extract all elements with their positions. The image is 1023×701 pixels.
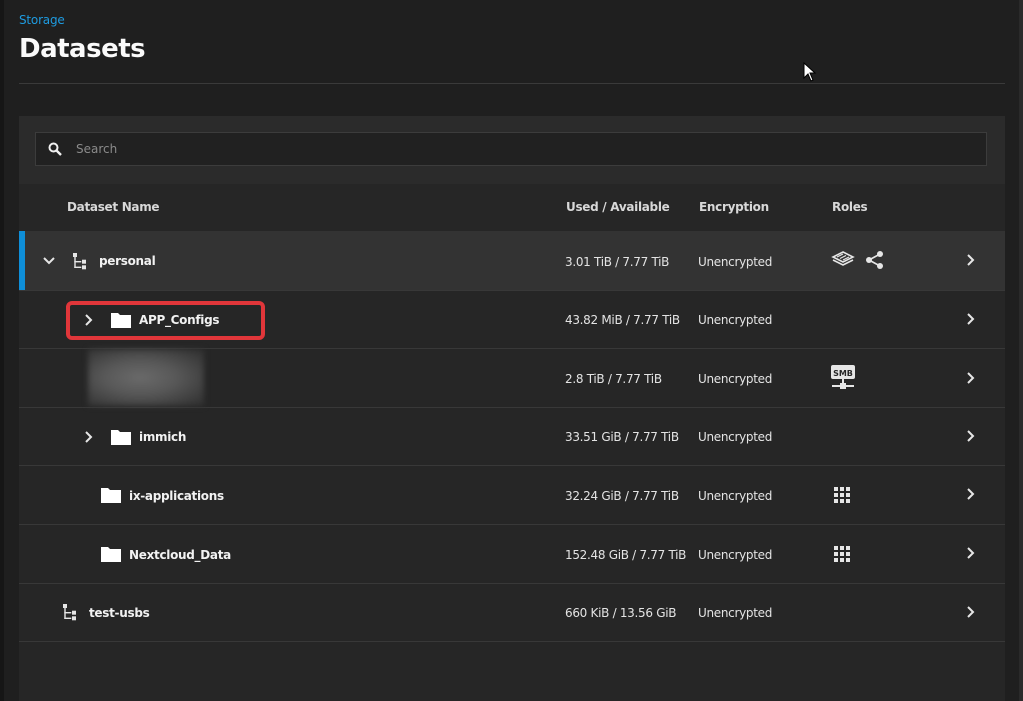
- apps-grid-icon: [834, 487, 850, 503]
- svg-text:SMB: SMB: [833, 369, 853, 378]
- encryption-status: Unencrypted: [698, 372, 773, 386]
- selected-row-indicator: [19, 231, 25, 290]
- share-icon: [866, 251, 883, 269]
- dataset-name: immich: [139, 430, 187, 444]
- dataset-name: ix-applications: [129, 489, 224, 503]
- table-row[interactable]: personal 3.01 TiB / 7.77 TiB Unencrypted: [19, 231, 1005, 291]
- used-available: 43.82 MiB / 7.77 TiB: [565, 313, 680, 327]
- used-available: 33.51 GiB / 7.77 TiB: [565, 430, 679, 444]
- header-divider: [19, 83, 1005, 84]
- table-row[interactable]: immich 33.51 GiB / 7.77 TiB Unencrypted: [19, 408, 1005, 466]
- folder-icon: [111, 430, 131, 445]
- table-row[interactable]: test-usbs 660 KiB / 13.56 GiB Unencrypte…: [19, 584, 1005, 642]
- chevron-right-icon[interactable]: [966, 546, 976, 560]
- dataset-name: personal: [99, 254, 156, 268]
- encryption-status: Unencrypted: [698, 430, 773, 444]
- folder-icon: [101, 488, 121, 503]
- used-available: 660 KiB / 13.56 GiB: [565, 606, 677, 620]
- column-header-roles[interactable]: Roles: [832, 200, 868, 214]
- chevron-right-icon[interactable]: [84, 430, 94, 444]
- mouse-cursor-icon: [803, 62, 817, 82]
- table-row[interactable]: 2.8 TiB / 7.77 TiB Unencrypted SMB: [19, 349, 1005, 408]
- column-header-encryption[interactable]: Encryption: [699, 200, 769, 214]
- column-header-used-available[interactable]: Used / Available: [566, 200, 670, 214]
- used-available: 32.24 GiB / 7.77 TiB: [565, 489, 679, 503]
- used-available: 3.01 TiB / 7.77 TiB: [565, 255, 670, 269]
- search-input[interactable]: [76, 133, 956, 165]
- encryption-status: Unencrypted: [698, 489, 773, 503]
- chevron-right-icon[interactable]: [966, 487, 976, 501]
- window-edge-left: [0, 0, 4, 701]
- datasets-card: Dataset Name Used / Available Encryption…: [19, 116, 1005, 701]
- dataset-name: test-usbs: [89, 606, 150, 620]
- chevron-right-icon[interactable]: [966, 312, 976, 326]
- search-bar: [19, 116, 1005, 184]
- folder-icon: [101, 547, 121, 562]
- chevron-right-icon[interactable]: [966, 605, 976, 619]
- encryption-status: Unencrypted: [698, 313, 773, 327]
- column-header-dataset-name[interactable]: Dataset Name: [67, 200, 160, 214]
- chevron-right-icon[interactable]: [966, 253, 976, 267]
- encryption-status: Unencrypted: [698, 255, 773, 269]
- redacted-dataset-name: [88, 349, 204, 406]
- smb-share-icon: SMB: [831, 365, 855, 389]
- apps-grid-icon: [834, 546, 850, 562]
- dataset-name: Nextcloud_Data: [129, 548, 231, 562]
- highlight-annotation: [66, 301, 265, 340]
- search-icon: [48, 142, 62, 156]
- used-available: 152.48 GiB / 7.77 TiB: [565, 548, 687, 562]
- page-title: Datasets: [19, 34, 146, 64]
- encryption-status: Unencrypted: [698, 548, 773, 562]
- stack-layers-icon: [831, 251, 855, 266]
- scrollbar-track[interactable]: [1019, 0, 1023, 701]
- chevron-right-icon[interactable]: [966, 429, 976, 443]
- dataset-root-icon: [63, 604, 76, 621]
- search-box[interactable]: [35, 132, 987, 166]
- used-available: 2.8 TiB / 7.77 TiB: [565, 372, 662, 386]
- dataset-root-icon: [73, 253, 86, 270]
- table-row[interactable]: Nextcloud_Data 152.48 GiB / 7.77 TiB Une…: [19, 525, 1005, 584]
- chevron-right-icon[interactable]: [966, 371, 976, 385]
- breadcrumb[interactable]: Storage: [19, 13, 65, 27]
- table-row[interactable]: ix-applications 32.24 GiB / 7.77 TiB Une…: [19, 466, 1005, 525]
- chevron-down-icon[interactable]: [42, 256, 56, 266]
- encryption-status: Unencrypted: [698, 606, 773, 620]
